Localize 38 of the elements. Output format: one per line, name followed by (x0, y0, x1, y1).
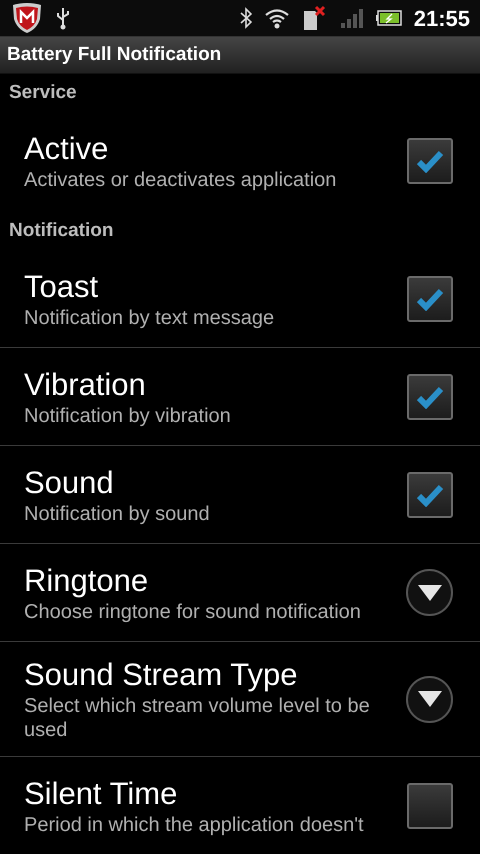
bluetooth-icon (240, 7, 252, 29)
checkbox[interactable] (407, 276, 453, 322)
setting-title: Sound Stream Type (24, 656, 298, 694)
checkbox[interactable] (407, 472, 453, 518)
setting-title: Silent Time (24, 775, 178, 813)
checkbox[interactable] (407, 374, 453, 420)
checkbox[interactable] (407, 783, 453, 829)
setting-title: Toast (24, 268, 100, 306)
section-header: Service (9, 80, 77, 105)
checkbox[interactable] (407, 138, 453, 184)
setting-summary: Choose ringtone for sound notification (24, 600, 362, 624)
dropdown-button[interactable] (406, 676, 453, 722)
setting-title: Active (24, 130, 110, 168)
triangle-down-icon (416, 690, 442, 708)
sim-card-icon (302, 5, 328, 31)
setting-summary: Notification by vibration (24, 404, 232, 428)
window-title: Battery Full Notification (7, 42, 222, 67)
checkmark-icon (416, 286, 444, 310)
clock-time: 21:55 (414, 4, 470, 32)
checkmark-icon (416, 384, 444, 408)
battery-icon (376, 10, 402, 26)
setting-title: Ringtone (24, 562, 150, 600)
shield-icon (10, 2, 44, 34)
setting-summary: Notification by text message (24, 306, 276, 330)
usb-icon (56, 6, 70, 30)
setting-summary: Notification by sound (24, 502, 211, 526)
setting-summary: Period in which the application doesn't (24, 813, 365, 837)
signal-icon (340, 7, 364, 29)
setting-summary: Select which stream volume level to be used (24, 694, 371, 742)
checkmark-icon (416, 482, 444, 506)
triangle-down-icon (416, 584, 442, 602)
checkmark-icon (416, 149, 444, 173)
setting-title: Sound (24, 464, 115, 502)
wifi-icon (264, 7, 290, 29)
setting-title: Vibration (24, 366, 147, 404)
dropdown-button[interactable] (406, 569, 453, 616)
setting-summary: Activates or deactivates application (24, 168, 338, 192)
section-header: Notification (9, 218, 114, 243)
